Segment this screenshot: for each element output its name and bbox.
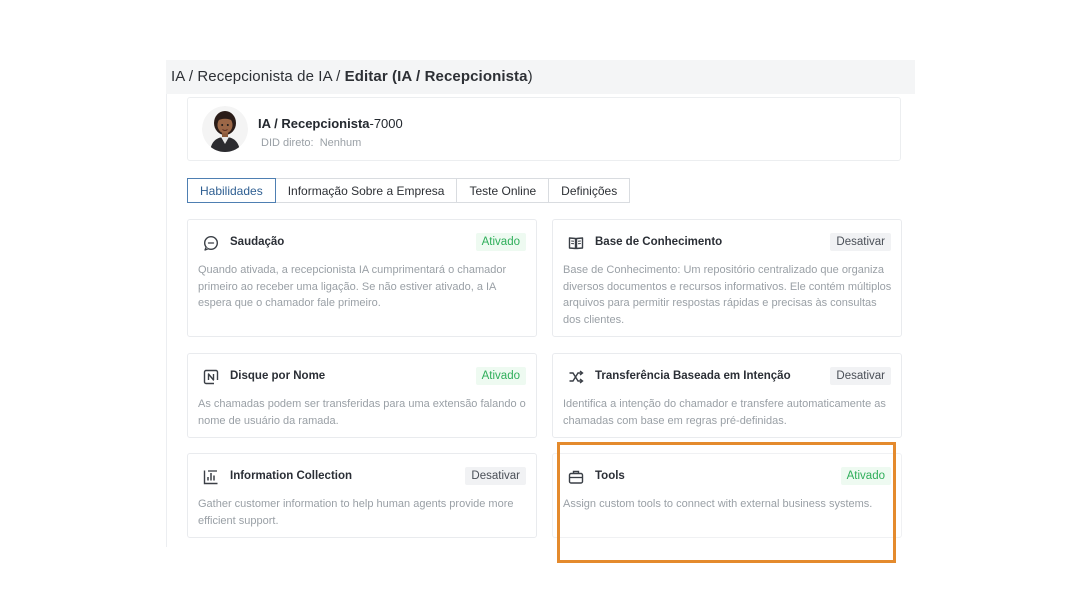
shuffle-icon [567, 368, 585, 386]
breadcrumb-current-prefix: Editar ( [344, 68, 398, 85]
skill-card-base-conhecimento[interactable]: Base de Conhecimento Desativar Base de C… [552, 219, 902, 337]
breadcrumb-current-name: IA / Recepcionista [397, 68, 528, 85]
name-dial-icon [202, 368, 220, 386]
agent-name-bold: IA / Recepcionista [258, 116, 370, 131]
skill-card-information-collection[interactable]: Information Collection Desativar Gather … [187, 453, 537, 538]
did-line: DID direto: Nenhum [261, 137, 361, 149]
highlight-frame [557, 442, 896, 563]
breadcrumb-separator: / [331, 68, 345, 85]
chat-bubble-icon [202, 234, 220, 252]
skill-description: As chamadas podem ser transferidas para … [198, 398, 526, 427]
breadcrumb: IA / Recepcionista de IA / Editar (IA / … [166, 60, 915, 94]
breadcrumb-current: Editar (IA / Recepcionista [345, 68, 528, 85]
skill-description: Quando ativada, a recepcionista IA cumpr… [198, 264, 507, 309]
breadcrumb-current-suffix: ) [527, 68, 533, 85]
agent-name: IA / Recepcionista-7000 [258, 116, 403, 131]
breadcrumb-item-ia[interactable]: IA [171, 68, 185, 85]
agent-profile-card: IA / Recepcionista-7000 DID direto: Nenh… [187, 97, 901, 161]
skill-title: Transferência Baseada em Intenção [595, 370, 791, 382]
book-icon [567, 234, 585, 252]
skill-card-saudacao[interactable]: Saudação Ativado Quando ativada, a recep… [187, 219, 537, 337]
tab-informacao-empresa[interactable]: Informação Sobre a Empresa [274, 178, 458, 203]
status-badge[interactable]: Desativar [830, 233, 891, 251]
skill-description: Base de Conhecimento: Um repositório cen… [563, 264, 892, 326]
tab-definicoes[interactable]: Definições [548, 178, 631, 203]
did-value: Nenhum [319, 137, 362, 149]
chart-collection-icon [202, 468, 220, 486]
breadcrumb-item-recepcionista[interactable]: Recepcionista de IA [197, 68, 331, 85]
content-divider [166, 94, 167, 547]
skill-description: Identifica a intenção do chamador e tran… [563, 398, 886, 427]
breadcrumb-separator: / [184, 68, 198, 85]
status-badge[interactable]: Desativar [830, 367, 891, 385]
tab-bar: Habilidades Informação Sobre a Empresa T… [187, 178, 631, 203]
skill-card-transferencia-intencao[interactable]: Transferência Baseada em Intenção Desati… [552, 353, 902, 438]
status-badge[interactable]: Ativado [475, 367, 526, 385]
skill-title: Base de Conhecimento [595, 236, 723, 248]
skill-card-disque-por-nome[interactable]: Disque por Nome Ativado As chamadas pode… [187, 353, 537, 438]
skill-description: Gather customer information to help huma… [198, 498, 514, 527]
avatar [202, 106, 248, 152]
tab-teste-online[interactable]: Teste Online [456, 178, 550, 203]
skill-title: Information Collection [230, 470, 353, 482]
tab-habilidades[interactable]: Habilidades [187, 178, 276, 203]
status-badge[interactable]: Desativar [465, 467, 526, 485]
status-badge[interactable]: Ativado [475, 233, 526, 251]
skill-title: Disque por Nome [230, 370, 326, 382]
did-label: DID direto: [261, 137, 314, 149]
skill-title: Saudação [230, 236, 285, 248]
agent-extension: -7000 [369, 116, 403, 131]
